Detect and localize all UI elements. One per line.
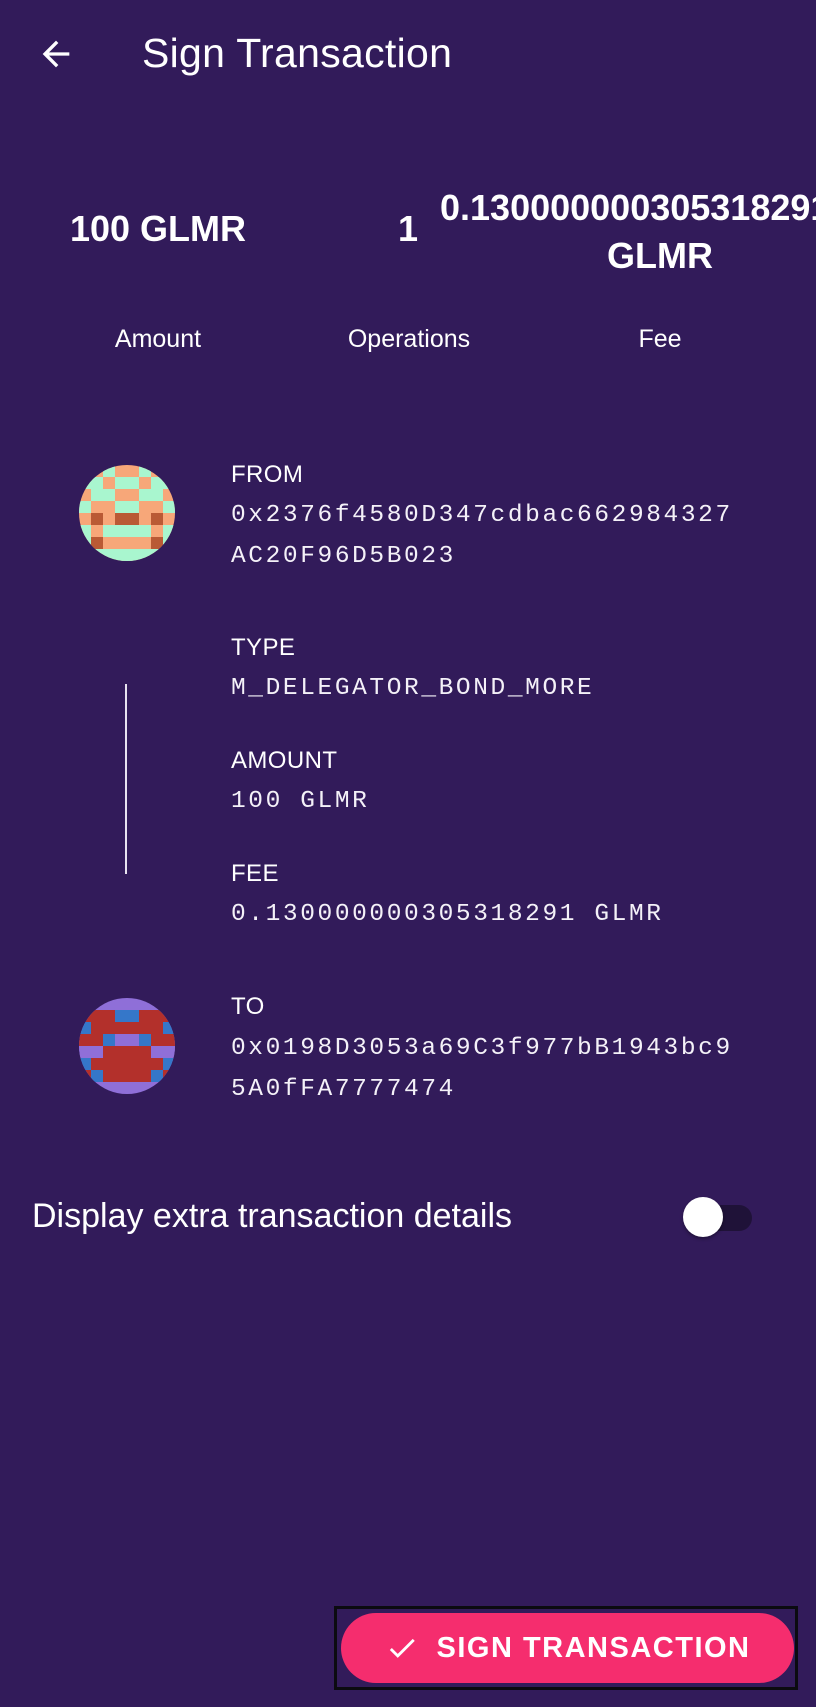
- from-address-line1: 0x2376f4580D347cdbac662984327: [231, 502, 733, 529]
- sign-transaction-button[interactable]: SIGN TRANSACTION: [341, 1613, 794, 1683]
- to-identicon-avatar: [79, 998, 175, 1094]
- summary-amount-value: 100 GLMR: [69, 208, 247, 249]
- to-label: TO: [231, 993, 265, 1020]
- summary-operations-label: Operations: [347, 325, 471, 353]
- sign-button-label: SIGN TRANSACTION: [436, 1631, 751, 1664]
- extra-details-toggle[interactable]: [680, 1197, 756, 1237]
- from-address-line2: AC20F96D5B023: [231, 543, 456, 570]
- summary-operations-value: 1: [397, 208, 419, 249]
- amount-value: 100 GLMR: [231, 788, 370, 815]
- from-to-connector-line: [125, 684, 127, 874]
- summary-fee-unit: GLMR: [607, 235, 713, 276]
- arrow-left-icon: [42, 40, 70, 68]
- summary-amount-label: Amount: [114, 325, 202, 353]
- summary-fee-amount: 0.130000000305318291: [440, 187, 816, 228]
- type-value: M_DELEGATOR_BOND_MORE: [231, 675, 595, 702]
- to-address-line1: 0x0198D3053a69C3f977bB1943bc9: [231, 1035, 733, 1062]
- from-label: FROM: [231, 461, 304, 488]
- extra-details-label: Display extra transaction details: [32, 1197, 513, 1235]
- page-title: Sign Transaction: [142, 30, 453, 76]
- back-button[interactable]: [32, 30, 80, 78]
- from-address: 0x2376f4580D347cdbac662984327 AC20F96D5B…: [231, 495, 733, 577]
- amount-label: AMOUNT: [231, 747, 338, 774]
- toggle-knob: [683, 1197, 723, 1237]
- app-bar: Sign Transaction: [0, 0, 816, 112]
- summary-fee-label: Fee: [638, 325, 682, 353]
- type-label: TYPE: [231, 634, 296, 661]
- to-address: 0x0198D3053a69C3f977bB1943bc9 5A0fFA7777…: [231, 1028, 733, 1110]
- summary-fee-value: 0.130000000305318291 GLMR: [440, 184, 816, 280]
- from-identicon-avatar: [79, 465, 175, 561]
- fee-value: 0.130000000305318291 GLMR: [231, 901, 664, 928]
- sign-transaction-screen: Sign Transaction 100 GLMR 1 0.1300000003…: [0, 0, 816, 1707]
- fee-label: FEE: [231, 860, 279, 887]
- to-address-line2: 5A0fFA7777474: [231, 1076, 456, 1103]
- check-icon: [389, 1638, 415, 1658]
